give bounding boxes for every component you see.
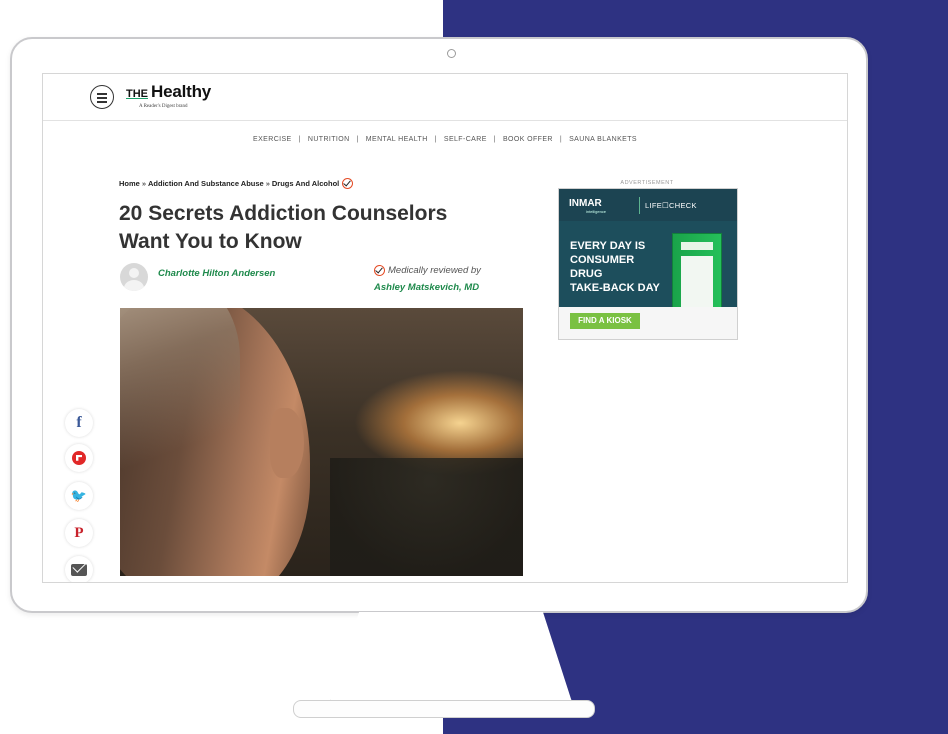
email-share-icon[interactable]	[65, 556, 93, 582]
nav-item-exercise[interactable]: EXERCISE	[246, 136, 299, 143]
monitor-frame: THE Healthy A Reader's Digest brand EXERC…	[10, 37, 868, 613]
breadcrumb-home[interactable]: Home	[119, 179, 140, 188]
ad-headline-line-2: CONSUMER DRUG	[570, 254, 635, 280]
top-navigation: EXERCISE | NUTRITION | MENTAL HEALTH | SELF-CA…	[43, 136, 847, 143]
ad-headline-line-1: EVERY DAY IS	[570, 240, 646, 252]
hamburger-menu-icon[interactable]	[90, 85, 114, 109]
ad-headline-line-3: TAKE-BACK DAY	[570, 282, 660, 294]
ad-brand-inmar-sub: intelligence	[586, 209, 607, 214]
ad-headline: EVERY DAY IS CONSUMER DRUG TAKE-BACK DAY	[570, 239, 665, 295]
monitor-stand	[330, 612, 572, 702]
flipboard-share-icon[interactable]	[65, 444, 93, 472]
monitor-stand-base	[293, 700, 595, 718]
reviewed-by-text: Medically reviewed by	[388, 265, 481, 276]
logo-tagline: A Reader's Digest brand	[139, 104, 188, 109]
breadcrumb-separator: »	[141, 179, 147, 188]
breadcrumb-addiction[interactable]: Addiction And Substance Abuse	[148, 179, 264, 188]
advertisement-label: ADVERTISEMENT	[620, 180, 674, 186]
ad-brand-lifecheck: LIFE☐CHECK	[645, 201, 697, 210]
article-title-line-1: 20 Secrets Addiction Counselors	[119, 202, 448, 225]
pinterest-share-icon[interactable]: P	[65, 519, 93, 547]
logo-the: THE	[126, 88, 148, 100]
ad-brand-inmar: INMAR	[569, 198, 602, 209]
nav-item-mental-health[interactable]: MENTAL HEALTH	[359, 136, 435, 143]
site-logo[interactable]: THE Healthy	[126, 82, 211, 102]
twitter-share-icon[interactable]: 🐦	[65, 482, 93, 510]
camera-icon	[447, 49, 456, 58]
verified-check-icon	[342, 178, 354, 189]
ad-find-kiosk-button[interactable]: FIND A KIOSK	[570, 313, 640, 329]
site-header: THE Healthy A Reader's Digest brand	[43, 74, 847, 121]
nav-item-sauna-blankets[interactable]: SAUNA BLANKETS	[562, 136, 644, 143]
medical-review-label: Medically reviewed by	[374, 265, 481, 276]
browser-screen: THE Healthy A Reader's Digest brand EXERC…	[42, 73, 848, 583]
nav-item-book-offer[interactable]: BOOK OFFER	[496, 136, 560, 143]
nav-item-nutrition[interactable]: NUTRITION	[301, 136, 357, 143]
logo-name: Healthy	[151, 82, 212, 101]
article-title-line-2: Want You to Know	[119, 230, 302, 253]
article-title: 20 Secrets Addiction Counselors Want You…	[119, 200, 539, 256]
facebook-share-icon[interactable]: f	[65, 409, 93, 437]
verified-check-icon	[374, 265, 385, 276]
hero-image	[120, 308, 523, 576]
nav-item-self-care[interactable]: SELF-CARE	[437, 136, 494, 143]
advertisement-banner[interactable]: INMAR intelligence LIFE☐CHECK EVERY DAY …	[558, 188, 738, 340]
breadcrumb-drugs-alcohol[interactable]: Drugs And Alcohol	[272, 179, 339, 188]
author-avatar	[120, 263, 148, 291]
author-name[interactable]: Charlotte Hilton Andersen	[158, 268, 275, 279]
breadcrumb-separator: »	[265, 179, 270, 188]
breadcrumb: Home» Addiction And Substance Abuse» Drugs…	[119, 178, 354, 189]
reviewer-name[interactable]: Ashley Matskevich, MD	[374, 282, 479, 293]
